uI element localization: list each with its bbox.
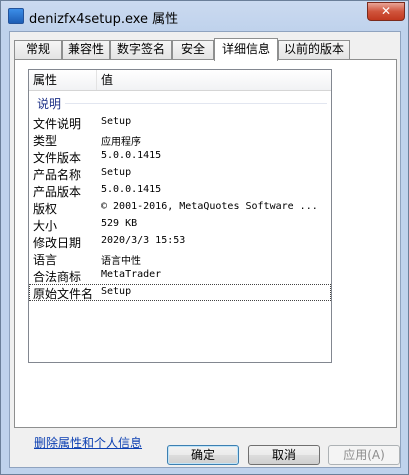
close-button[interactable]: ✕ — [367, 2, 405, 21]
cancel-button[interactable]: 取消 — [248, 445, 320, 465]
tab-compatibility[interactable]: 兼容性 — [62, 40, 110, 59]
window-title: denizfx4setup.exe 属性 — [29, 12, 179, 27]
table-row[interactable]: 类型 应用程序 — [29, 131, 331, 148]
table-row-selected[interactable]: 原始文件名 Setup — [29, 284, 331, 301]
application-icon — [8, 8, 24, 24]
property-name: 版权 — [33, 202, 58, 216]
property-value: MetaTrader — [101, 269, 162, 280]
property-value: 529 KB — [101, 218, 138, 229]
property-value: 5.0.0.1415 — [101, 184, 162, 195]
column-header-value[interactable]: 值 — [97, 70, 331, 90]
table-row[interactable]: 大小 529 KB — [29, 216, 331, 233]
table-row[interactable]: 语言 语言中性 — [29, 250, 331, 267]
property-value: 语言中性 — [101, 256, 141, 267]
dialog-body: 常规 兼容性 数字签名 安全 详细信息 以前的版本 110 属性 值 说明 文件… — [9, 31, 401, 468]
property-name: 合法商标 — [33, 270, 82, 284]
tab-previous-versions[interactable]: 以前的版本 — [278, 40, 350, 59]
property-value: Setup — [101, 116, 132, 127]
list-header: 属性 值 — [29, 70, 331, 91]
table-row[interactable]: 产品版本 5.0.0.1415 — [29, 182, 331, 199]
title-bar[interactable]: denizfx4setup.exe 属性 ✕ — [1, 1, 408, 31]
details-list[interactable]: 属性 值 说明 文件说明 Setup 类型 应用程序 文件版本 5.0.0.14… — [28, 69, 332, 363]
details-panel: 110 属性 值 说明 文件说明 Setup 类型 应用程序 文件版本 — [14, 59, 397, 450]
property-name: 文件说明 — [33, 117, 82, 131]
tab-general[interactable]: 常规 — [14, 40, 62, 59]
property-value: Setup — [101, 167, 132, 178]
property-name: 文件版本 — [33, 151, 82, 165]
property-name: 类型 — [33, 134, 58, 148]
remove-properties-link[interactable]: 删除属性和个人信息 — [34, 434, 142, 451]
table-row[interactable]: 修改日期 2020/3/3 15:53 — [29, 233, 331, 250]
property-value: Setup — [101, 286, 132, 297]
table-row[interactable]: 合法商标 MetaTrader — [29, 267, 331, 284]
tab-details[interactable]: 详细信息 — [214, 38, 278, 61]
apply-button[interactable]: 应用(A) — [328, 445, 400, 465]
property-value: 5.0.0.1415 — [101, 150, 162, 161]
property-value: 2020/3/3 15:53 — [101, 235, 186, 246]
group-header-description: 说明 — [37, 97, 62, 111]
property-value: 应用程序 — [101, 137, 141, 148]
property-name: 产品版本 — [33, 185, 82, 199]
property-value: © 2001-2016, MetaQuotes Software ... — [101, 201, 318, 212]
table-row[interactable]: 版权 © 2001-2016, MetaQuotes Software ... — [29, 199, 331, 216]
group-divider — [65, 103, 327, 104]
ok-button[interactable]: 确定 — [167, 445, 239, 465]
tab-digital-signatures[interactable]: 数字签名 — [110, 40, 172, 59]
tab-strip: 常规 兼容性 数字签名 安全 详细信息 以前的版本 — [14, 38, 398, 61]
column-header-property[interactable]: 属性 — [29, 70, 97, 90]
properties-window: denizfx4setup.exe 属性 ✕ 常规 兼容性 数字签名 安全 详细… — [0, 0, 409, 475]
property-name: 原始文件名 — [33, 287, 94, 301]
table-row[interactable]: 文件说明 Setup — [29, 114, 331, 131]
tab-security[interactable]: 安全 — [172, 40, 214, 59]
table-row[interactable]: 产品名称 Setup — [29, 165, 331, 182]
property-name: 大小 — [33, 219, 58, 233]
property-name: 产品名称 — [33, 168, 82, 182]
table-row[interactable]: 文件版本 5.0.0.1415 — [29, 148, 331, 165]
property-name: 修改日期 — [33, 236, 82, 250]
property-name: 语言 — [33, 253, 58, 267]
